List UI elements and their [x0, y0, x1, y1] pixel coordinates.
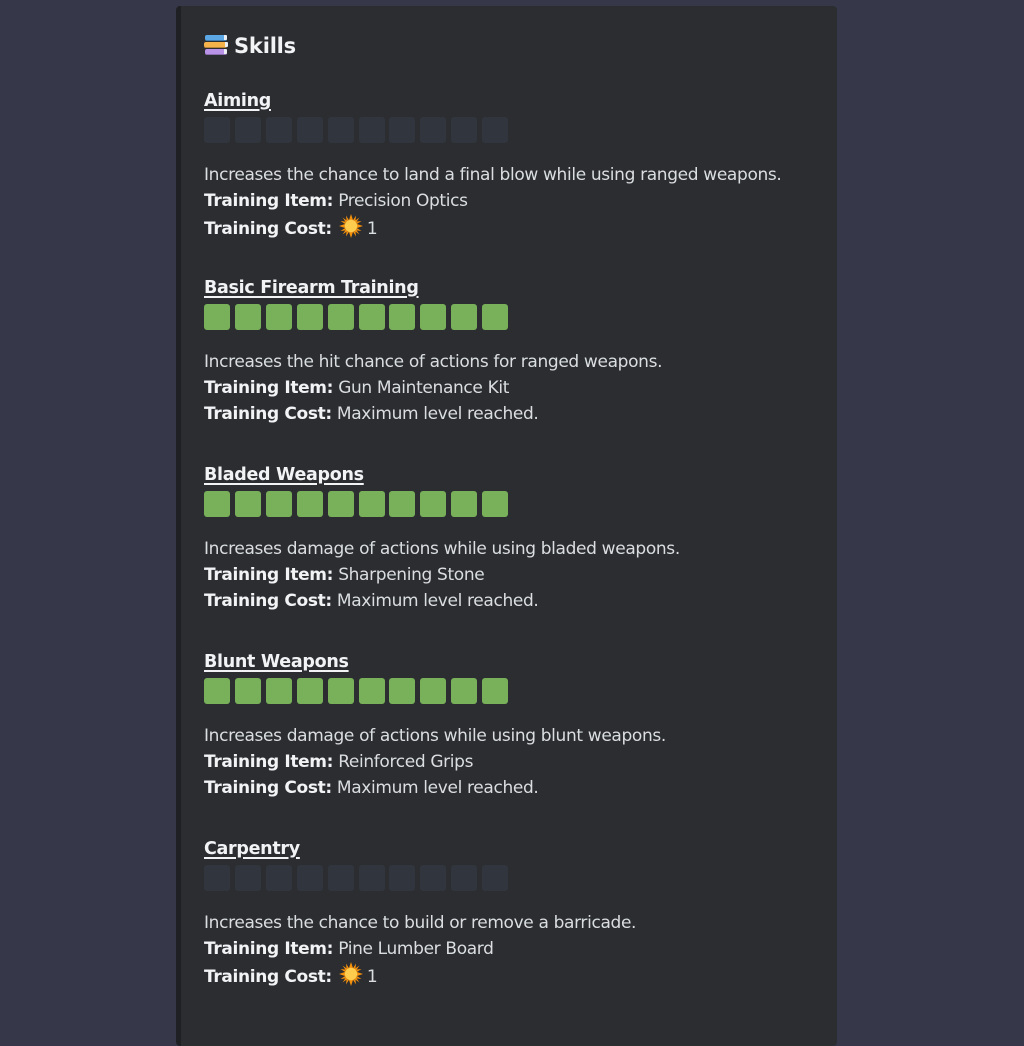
training-cost-value: Maximum level reached. [336, 591, 539, 611]
level-segment-filled [358, 491, 385, 517]
level-segment-filled [420, 678, 447, 704]
level-segment-filled [234, 491, 261, 517]
level-segment-filled [296, 304, 323, 330]
skill-description: Increases the hit chance of actions for … [204, 352, 663, 372]
sun-icon [338, 962, 363, 986]
training-cost-label: Training Cost: [204, 591, 332, 611]
training-cost-label: Training Cost: [204, 778, 332, 798]
skill-description: Increases the chance to build or remove … [204, 913, 637, 933]
level-segment-filled [482, 304, 509, 330]
level-segment-filled [327, 491, 354, 517]
skill-name: Aiming [204, 91, 271, 111]
level-segment-empty [234, 117, 261, 143]
level-segment-filled [327, 304, 354, 330]
level-segment-empty [296, 865, 323, 891]
skill-level-bar [204, 117, 509, 143]
level-segment-empty [327, 865, 354, 891]
training-item-label: Training Item: [204, 939, 334, 959]
training-item-value: Precision Optics [338, 191, 468, 211]
level-segment-empty [358, 117, 385, 143]
level-segment-filled [451, 491, 478, 517]
level-segment-filled [358, 678, 385, 704]
skill-field: Basic Firearm Training Increases the hit… [204, 277, 824, 424]
skill-name: Basic Firearm Training [204, 278, 419, 298]
level-segment-filled [327, 678, 354, 704]
level-segment-empty [451, 117, 478, 143]
level-segment-filled [389, 491, 416, 517]
training-item-value: Pine Lumber Board [338, 939, 494, 959]
level-segment-filled [296, 491, 323, 517]
level-segment-empty [420, 117, 447, 143]
level-segment-filled [296, 678, 323, 704]
training-item-value: Gun Maintenance Kit [338, 378, 510, 398]
training-item-value: Sharpening Stone [338, 565, 485, 585]
level-segment-filled [265, 491, 292, 517]
skill-name: Bladed Weapons [204, 465, 364, 485]
level-segment-empty [482, 865, 509, 891]
training-cost-label: Training Cost: [204, 219, 332, 239]
skill-description: Increases damage of actions while using … [204, 539, 680, 559]
level-segment-filled [389, 304, 416, 330]
level-segment-empty [265, 117, 292, 143]
skill-name: Blunt Weapons [204, 652, 349, 672]
level-segment-empty [389, 865, 416, 891]
training-cost-value: Maximum level reached. [336, 778, 539, 798]
training-item-label: Training Item: [204, 752, 334, 772]
skill-name: Carpentry [204, 839, 300, 859]
level-segment-empty [358, 865, 385, 891]
level-segment-empty [451, 865, 478, 891]
training-item-value: Reinforced Grips [338, 752, 474, 772]
training-cost-value: 1 [366, 219, 378, 239]
level-segment-filled [265, 678, 292, 704]
level-segment-empty [265, 865, 292, 891]
skill-field: Bladed Weapons Increases damage of actio… [204, 464, 824, 611]
embed-title-text: Skills [234, 34, 296, 58]
level-segment-filled [482, 678, 509, 704]
training-cost-value: 1 [366, 967, 378, 987]
level-segment-filled [265, 304, 292, 330]
level-segment-filled [204, 491, 230, 517]
training-cost-value: Maximum level reached. [336, 404, 539, 424]
level-segment-filled [451, 304, 478, 330]
skill-description: Increases the chance to land a final blo… [204, 165, 782, 185]
level-segment-filled [358, 304, 385, 330]
training-cost-label: Training Cost: [204, 967, 332, 987]
level-segment-empty [327, 117, 354, 143]
skill-level-bar [204, 304, 509, 330]
level-segment-empty [389, 117, 416, 143]
training-item-label: Training Item: [204, 565, 334, 585]
level-segment-filled [234, 304, 261, 330]
level-segment-empty [234, 865, 261, 891]
skill-level-bar [204, 491, 509, 517]
level-segment-filled [451, 678, 478, 704]
level-segment-empty [204, 865, 230, 891]
level-segment-empty [420, 865, 447, 891]
skill-field: Carpentry Increases the chance to build … [204, 838, 824, 987]
skill-description: Increases damage of actions while using … [204, 726, 666, 746]
level-segment-empty [204, 117, 230, 143]
level-segment-filled [234, 678, 261, 704]
sun-icon [338, 214, 363, 238]
level-segment-filled [420, 304, 447, 330]
level-segment-filled [204, 678, 230, 704]
level-segment-filled [420, 491, 447, 517]
level-segment-filled [482, 491, 509, 517]
skill-field: Aiming Increases the chance to land a fi… [204, 90, 824, 239]
level-segment-empty [482, 117, 509, 143]
level-segment-filled [389, 678, 416, 704]
training-item-label: Training Item: [204, 191, 334, 211]
skill-field: Blunt Weapons Increases damage of action… [204, 651, 824, 798]
training-item-label: Training Item: [204, 378, 334, 398]
skill-level-bar [204, 678, 509, 704]
level-segment-empty [296, 117, 323, 143]
training-cost-label: Training Cost: [204, 404, 332, 424]
skill-level-bar [204, 865, 509, 891]
books-icon [204, 34, 228, 58]
skills-embed: Skills Aiming Increases the chance to la… [176, 6, 837, 1046]
embed-title: Skills [204, 31, 296, 61]
level-segment-filled [204, 304, 230, 330]
